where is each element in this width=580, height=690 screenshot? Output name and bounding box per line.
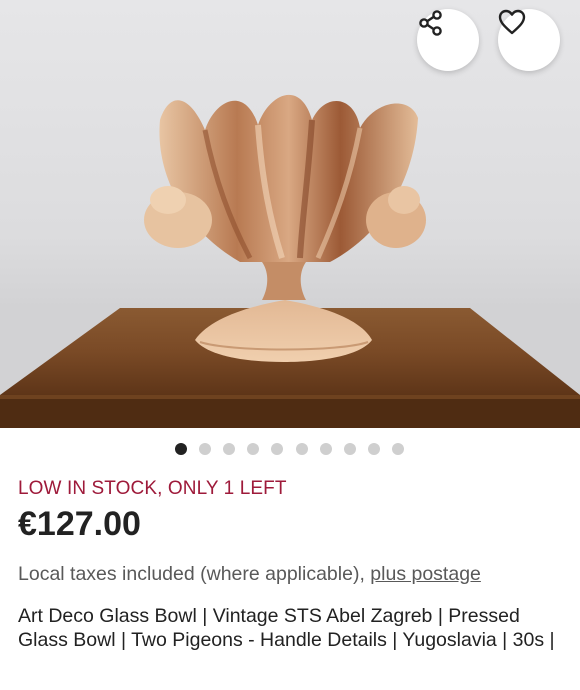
postage-link[interactable]: plus postage (370, 563, 481, 585)
favorite-button[interactable] (498, 9, 560, 71)
glass-bowl-photo (0, 94, 580, 428)
pagination-dot[interactable] (175, 443, 187, 455)
pagination-dot[interactable] (199, 443, 211, 455)
stock-notice: LOW IN STOCK, ONLY 1 LEFT (18, 478, 287, 499)
tax-info-text: Local taxes included (where applicable), (18, 563, 365, 585)
pagination-dot[interactable] (392, 443, 404, 455)
image-pagination (0, 443, 580, 457)
share-button[interactable] (417, 9, 479, 71)
heart-icon (498, 9, 526, 35)
pagination-dot[interactable] (271, 443, 283, 455)
pagination-dot[interactable] (368, 443, 380, 455)
price: €127.00 (18, 505, 141, 543)
pagination-dot[interactable] (320, 443, 332, 455)
listing-title: Art Deco Glass Bowl | Vintage STS Abel Z… (18, 605, 555, 651)
pagination-dot[interactable] (344, 443, 356, 455)
pagination-dot[interactable] (223, 443, 235, 455)
pagination-dot[interactable] (296, 443, 308, 455)
tax-info: Local taxes included (where applicable),… (18, 563, 481, 586)
pagination-dot[interactable] (247, 443, 259, 455)
share-icon (419, 10, 442, 36)
product-image[interactable] (0, 0, 580, 428)
